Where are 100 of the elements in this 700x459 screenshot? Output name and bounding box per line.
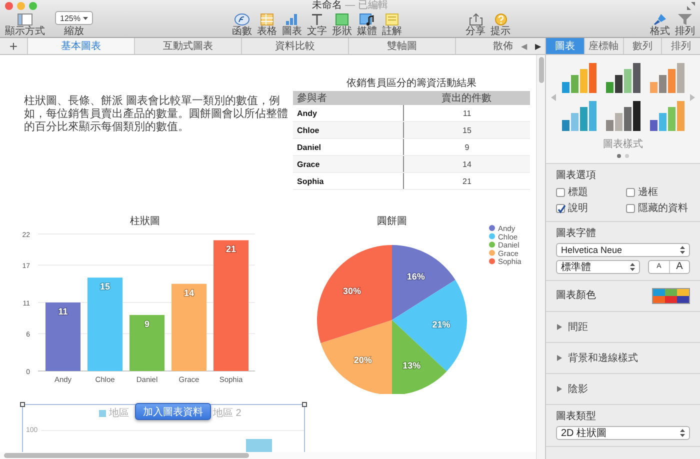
- toolbar-button[interactable]: 排列: [674, 13, 696, 37]
- checkbox[interactable]: 邊框: [626, 185, 690, 199]
- data-label: 9: [144, 318, 150, 329]
- disclosure-row[interactable]: 間距: [546, 311, 700, 342]
- inspector-tab[interactable]: 數列: [622, 38, 662, 54]
- add-sheet-button[interactable]: +: [0, 38, 28, 54]
- inspector-tab[interactable]: 排列: [661, 38, 700, 54]
- note-icon: [384, 13, 400, 26]
- question-icon: [492, 13, 509, 26]
- font-style-select[interactable]: 標準體: [556, 260, 640, 274]
- toolbar-button[interactable]: 圖表: [280, 13, 303, 37]
- legend-label: 地區 2: [213, 406, 242, 420]
- chart-style-thumbnail[interactable]: [648, 101, 686, 131]
- square-icon: [334, 13, 350, 26]
- toolbar-button[interactable]: 註解: [380, 13, 403, 37]
- toolbar-button[interactable]: 格式: [649, 13, 671, 37]
- chart-style-thumbnail[interactable]: [648, 63, 686, 93]
- music-note-icon: [358, 13, 375, 26]
- selection-handle[interactable]: [20, 402, 25, 407]
- table-title: 依銷售員區分的籌資活動結果: [346, 77, 478, 90]
- sheet-tab[interactable]: 基本圖表: [28, 38, 135, 54]
- toolbar-button[interactable]: 函數: [230, 13, 253, 37]
- toolbar-button[interactable]: 形狀: [330, 13, 353, 37]
- scrollbar-thumb[interactable]: [4, 453, 249, 458]
- paintbrush-icon: [652, 13, 668, 26]
- page-dot[interactable]: [625, 154, 629, 158]
- chart-title: 圓餅圖: [377, 216, 407, 227]
- zoom-label: 縮放: [64, 27, 84, 37]
- color-palette-swatch[interactable]: [652, 288, 690, 304]
- table-cell-text: Daniel: [296, 142, 322, 154]
- legend-swatch: [99, 410, 106, 416]
- scrollbar-thumb[interactable]: [538, 57, 544, 83]
- data-label: 14: [184, 288, 194, 298]
- bar-chart-icon: [284, 13, 300, 26]
- data-label: 16%: [406, 272, 425, 282]
- data-label: 15: [100, 282, 110, 292]
- table-cell: 9: [403, 139, 530, 155]
- zoom-button[interactable]: [29, 2, 37, 10]
- close-button[interactable]: [5, 2, 13, 10]
- right-arrow-icon[interactable]: [690, 94, 695, 100]
- table-cell: 14: [403, 156, 530, 172]
- chart-style-thumbnail[interactable]: [604, 101, 642, 131]
- column-header: 賣出的件數: [440, 92, 492, 105]
- sidebar-icon: [17, 13, 33, 26]
- section-title: 圖表顏色: [556, 290, 596, 302]
- section-title: 圖表類型: [556, 411, 597, 423]
- stepper-arrows-icon: [630, 263, 635, 271]
- data-label: 13%: [402, 360, 421, 370]
- chart-title: 柱狀圖: [130, 216, 160, 227]
- data-label: 21: [226, 244, 236, 254]
- toolbar-button[interactable]: 文字: [306, 13, 328, 37]
- description-text: 柱狀圖、長條、餅派 圖表會比較單一類別的數值，例如，每位銷售員賣出產品的數量。圓餅圖會以所佔整體的百分比來顯示每個類別的數值。: [24, 95, 289, 135]
- table-cell: 15: [403, 122, 530, 138]
- table-cell-text: Sophia: [296, 176, 325, 188]
- toolbar-button[interactable]: 表格: [256, 13, 278, 37]
- data-label: 20%: [354, 355, 372, 366]
- chart-style-thumbnail[interactable]: [560, 101, 598, 131]
- toolbar-button[interactable]: 提示: [490, 13, 512, 37]
- toolbar-button[interactable]: 媒體: [356, 13, 378, 37]
- sheet-tab[interactable]: 雙軸圖: [349, 38, 456, 54]
- data-label: 21%: [432, 320, 450, 330]
- tab-scroll-button[interactable]: ▶: [531, 42, 545, 50]
- increase-font-size-button[interactable]: A: [669, 261, 689, 273]
- disclosure-row[interactable]: 背景和邊線樣式: [546, 342, 700, 373]
- checkbox[interactable]: 隱藏的資料: [626, 201, 690, 215]
- stepper-arrows-icon: [680, 246, 685, 254]
- checkbox[interactable]: 標題: [556, 185, 620, 199]
- toolbar-button[interactable]: 分享: [464, 13, 487, 37]
- funnel-icon: [677, 13, 693, 26]
- sheet-tab[interactable]: 資料比較: [242, 38, 349, 54]
- selection-handle[interactable]: [302, 402, 307, 407]
- table-cell-text: Chloe: [296, 124, 320, 136]
- chart-style-thumbnail[interactable]: [604, 63, 642, 93]
- font-family-select[interactable]: Helvetica Neue: [556, 243, 690, 257]
- toolbar-button[interactable]: 顯示方式: [4, 13, 46, 37]
- inspector-tab[interactable]: 座標軸: [584, 38, 622, 54]
- disclosure-row[interactable]: 陰影: [546, 373, 700, 404]
- chart-style-thumbnail[interactable]: [560, 63, 598, 93]
- page-dot[interactable]: [617, 154, 621, 158]
- checkbox[interactable]: 說明: [556, 201, 620, 215]
- legend-label: 地區: [109, 406, 129, 420]
- table-cell: 21: [403, 173, 530, 189]
- zoom-select[interactable]: 125%: [55, 11, 94, 25]
- table-icon: [258, 13, 275, 26]
- sheet-tab[interactable]: 散佈: [493, 39, 513, 53]
- data-label: 11: [58, 306, 68, 316]
- section-title: 圖表字體: [556, 228, 597, 240]
- caret-icon: [83, 16, 88, 20]
- data-label: 30%: [342, 286, 361, 296]
- window-title: 未命名 — 已編輯: [312, 0, 388, 11]
- share-icon: [468, 13, 484, 26]
- table-cell-text: Grace: [296, 158, 321, 170]
- left-arrow-icon[interactable]: [551, 94, 556, 100]
- function-icon: [234, 13, 250, 26]
- sheet-tab[interactable]: 互動式圖表: [135, 38, 242, 54]
- fullscreen-icon[interactable]: [687, 2, 695, 10]
- chart-type-select[interactable]: 2D 柱狀圖: [556, 426, 690, 440]
- stepper-arrows-icon: [680, 429, 685, 437]
- styles-label: 圖表樣式: [603, 138, 643, 151]
- column-header: 參與者: [296, 92, 328, 105]
